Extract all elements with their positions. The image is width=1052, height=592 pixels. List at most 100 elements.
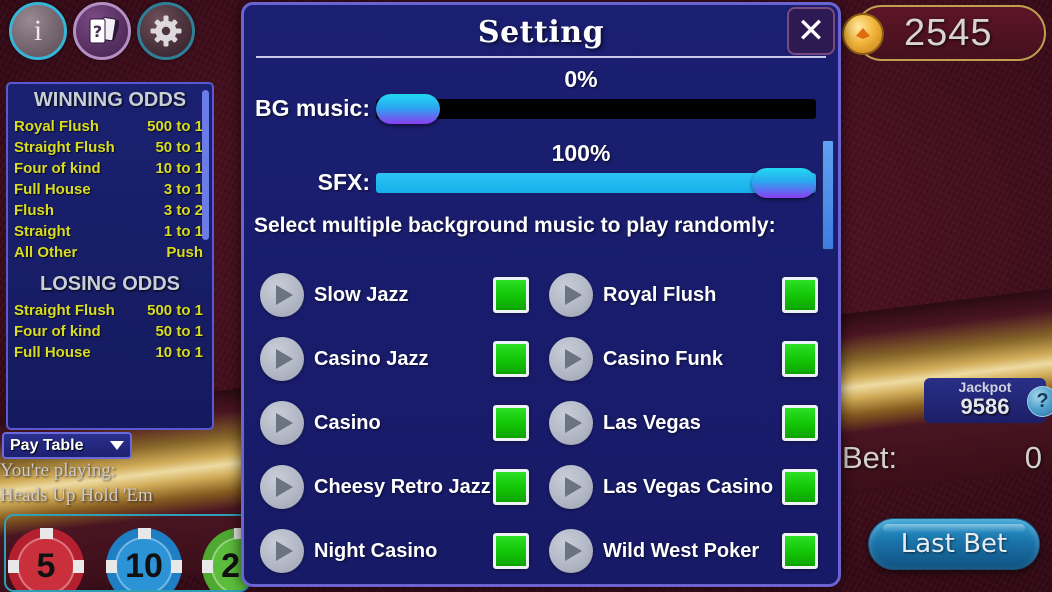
last-bet-label: Last Bet [900, 529, 1008, 559]
bet-value: 0 [1024, 440, 1042, 475]
track-checkbox[interactable] [493, 533, 529, 569]
chevron-down-icon [110, 441, 124, 450]
bg-music-slider-block: 0% BG music: [244, 66, 838, 124]
playing-info: You're playing: Heads Up Hold 'Em [0, 458, 230, 508]
track-name: Las Vegas [603, 411, 701, 434]
odds-hand: Full House [14, 181, 91, 198]
odds-panel[interactable]: WINNING ODDS Royal Flush 500 to 1 Straig… [6, 82, 214, 430]
table-row: Full House 3 to 1 [8, 179, 212, 200]
sfx-slider[interactable] [376, 167, 816, 198]
odds-hand: Four of kind [14, 160, 101, 177]
chip-label: 10 [125, 546, 163, 585]
sfx-slider-fill [376, 172, 816, 193]
odds-hand: All Other [14, 244, 78, 261]
table-row: Full House 10 to 1 [8, 342, 212, 363]
play-icon[interactable] [549, 273, 593, 317]
losing-odds-list: Straight Flush 500 to 1 Four of kind 50 … [8, 300, 212, 363]
list-item[interactable]: Cheesy Retro Jazz [254, 455, 543, 519]
bg-music-label: BG music: [254, 95, 370, 121]
chip-tray: 5 10 25 [4, 514, 250, 592]
jackpot-label: Jackpot [958, 379, 1012, 395]
track-checkbox[interactable] [782, 405, 818, 441]
odds-payout: 50 to 1 [155, 139, 203, 156]
odds-payout: 500 to 1 [147, 118, 203, 135]
last-bet-button[interactable]: Last Bet [868, 518, 1040, 570]
track-checkbox[interactable] [493, 405, 529, 441]
bg-music-slider-thumb[interactable] [376, 93, 440, 124]
cards-help-icon: ? [89, 17, 119, 44]
track-checkbox[interactable] [782, 341, 818, 377]
info-icon: i [33, 14, 43, 47]
list-item[interactable]: Night Casino [254, 519, 543, 583]
odds-hand: Royal Flush [14, 118, 100, 135]
play-icon[interactable] [260, 465, 304, 509]
odds-hand: Full House [14, 344, 91, 361]
list-item[interactable]: Wild West Poker [543, 519, 832, 583]
play-icon[interactable] [260, 337, 304, 381]
dialog-scrollbar[interactable] [822, 140, 834, 250]
track-checkbox[interactable] [782, 469, 818, 505]
chip-10[interactable]: 10 [106, 528, 182, 590]
play-icon[interactable] [549, 529, 593, 573]
score-display: 2545 [842, 5, 1046, 61]
sfx-slider-thumb[interactable] [752, 167, 816, 198]
chip-5[interactable]: 5 [8, 528, 84, 590]
play-icon[interactable] [260, 273, 304, 317]
track-checkbox[interactable] [782, 277, 818, 313]
track-checkbox[interactable] [493, 341, 529, 377]
odds-hand: Four of kind [14, 323, 101, 340]
title-divider [256, 56, 826, 58]
winning-odds-title: WINNING ODDS [33, 89, 187, 111]
track-name: Casino Funk [603, 347, 724, 370]
play-icon[interactable] [549, 465, 593, 509]
help-icon[interactable]: ? [1027, 386, 1052, 417]
odds-hand: Straight Flush [14, 302, 115, 319]
odds-payout: 500 to 1 [147, 302, 203, 319]
play-icon[interactable] [549, 337, 593, 381]
jackpot-box: Jackpot 9586 ? [924, 378, 1052, 423]
info-button[interactable]: i [9, 2, 67, 60]
list-item[interactable]: Casino [254, 391, 543, 455]
play-icon[interactable] [549, 401, 593, 445]
gear-icon [150, 15, 182, 47]
close-icon[interactable]: ✕ [787, 7, 835, 55]
odds-hand: Straight Flush [14, 139, 115, 156]
bg-music-slider[interactable] [376, 93, 816, 124]
settings-button[interactable] [137, 2, 195, 60]
track-name: Wild West Poker [603, 539, 760, 562]
track-name: Casino Jazz [314, 347, 429, 370]
table-row: All Other Push [8, 242, 212, 263]
odds-payout: 1 to 1 [163, 223, 203, 240]
track-checkbox[interactable] [493, 469, 529, 505]
help-cards-button[interactable]: ? [73, 2, 131, 60]
odds-payout: 3 to 1 [163, 181, 203, 198]
svg-text:?: ? [93, 22, 102, 41]
pay-table-dropdown[interactable]: Pay Table [2, 432, 132, 459]
track-name: Night Casino [314, 539, 438, 562]
list-item[interactable]: Las Vegas [543, 391, 832, 455]
table-row: Four of kind 10 to 1 [8, 158, 212, 179]
odds-payout: 10 to 1 [155, 160, 203, 177]
list-item[interactable]: Casino Funk [543, 327, 832, 391]
track-checkbox[interactable] [782, 533, 818, 569]
settings-dialog: Setting ✕ 0% BG music: 100% SFX: Select … [241, 2, 841, 587]
bg-music-percent: 0% [564, 66, 598, 92]
odds-payout: 10 to 1 [155, 344, 203, 361]
winning-odds-list: Royal Flush 500 to 1 Straight Flush 50 t… [8, 116, 212, 263]
list-item[interactable]: Slow Jazz [254, 263, 543, 327]
list-item[interactable]: Casino Jazz [254, 327, 543, 391]
list-item[interactable]: Royal Flush [543, 263, 832, 327]
track-name: Cheesy Retro Jazz [314, 475, 491, 498]
play-icon[interactable] [260, 401, 304, 445]
playing-line-2: Heads Up Hold 'Em [0, 485, 153, 506]
game-screen: i ? WINNING ODDS Royal Flush 500 to 1 St… [0, 0, 1052, 592]
bet-display: Bet: 0 [842, 440, 1042, 476]
track-name: Las Vegas Casino [603, 475, 774, 498]
play-icon[interactable] [260, 529, 304, 573]
sfx-slider-block: 100% SFX: [244, 140, 838, 198]
odds-scrollbar[interactable] [202, 90, 209, 240]
list-item[interactable]: Las Vegas Casino [543, 455, 832, 519]
table-row: Straight Flush 50 to 1 [8, 137, 212, 158]
track-checkbox[interactable] [493, 277, 529, 313]
toolbar: i ? [9, 2, 195, 60]
